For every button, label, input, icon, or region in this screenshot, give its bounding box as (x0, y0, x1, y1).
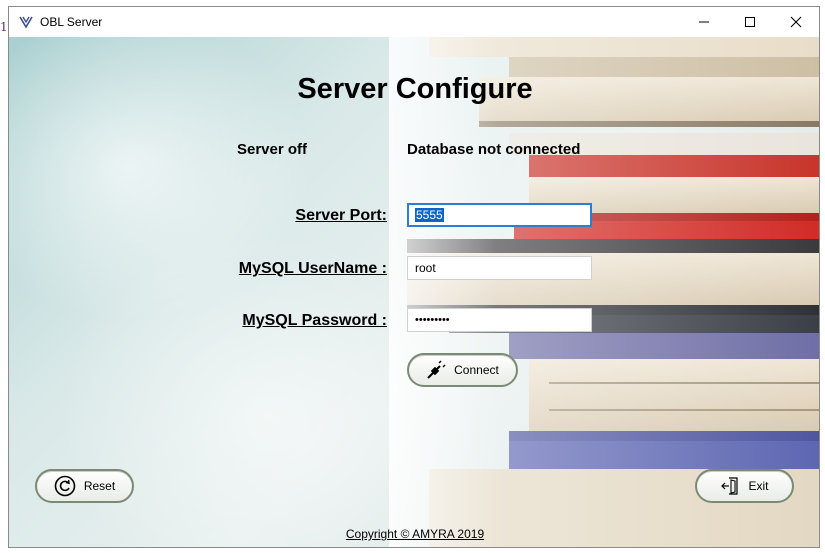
minimize-icon (699, 21, 709, 23)
mysql-username-label: MySQL UserName : (238, 260, 387, 277)
mysql-username-input[interactable]: root (407, 256, 592, 280)
page-title: Server Configure (297, 73, 533, 105)
maximize-icon (745, 17, 755, 27)
stray-text: 1 (0, 20, 8, 34)
copyright-link[interactable]: Copyright © AMYRA 2019 (9, 527, 819, 541)
books-background-image (389, 37, 819, 547)
exit-button[interactable]: Exit (695, 469, 794, 503)
server-status: Server off (237, 141, 308, 158)
server-port-label: Server Port: (295, 207, 387, 224)
database-status: Database not connected (407, 141, 581, 158)
close-icon (790, 16, 802, 28)
reset-label: Reset (83, 479, 116, 493)
server-port-value: 5555 (415, 208, 444, 222)
exit-label: Exit (748, 479, 769, 493)
app-logo-icon (19, 16, 33, 29)
reset-button[interactable]: Reset (35, 469, 134, 503)
app-window: OBL Server Server Configure Server off D… (8, 6, 820, 548)
main-content: Server Configure Server off Database not… (9, 37, 819, 547)
minimize-button[interactable] (681, 7, 727, 37)
close-button[interactable] (773, 7, 819, 37)
window-title: OBL Server (40, 15, 103, 29)
exit-icon (721, 477, 739, 495)
connect-label: Connect (454, 363, 499, 377)
reset-icon (54, 475, 76, 497)
server-port-input[interactable]: 5555 (407, 203, 592, 227)
connect-button[interactable]: Connect (407, 353, 518, 387)
maximize-button[interactable] (727, 7, 773, 37)
title-bar[interactable]: OBL Server (9, 7, 819, 37)
plug-icon (427, 360, 446, 379)
mysql-password-label: MySQL Password : (242, 312, 387, 329)
mysql-password-input[interactable]: ••••••••• (407, 308, 592, 332)
